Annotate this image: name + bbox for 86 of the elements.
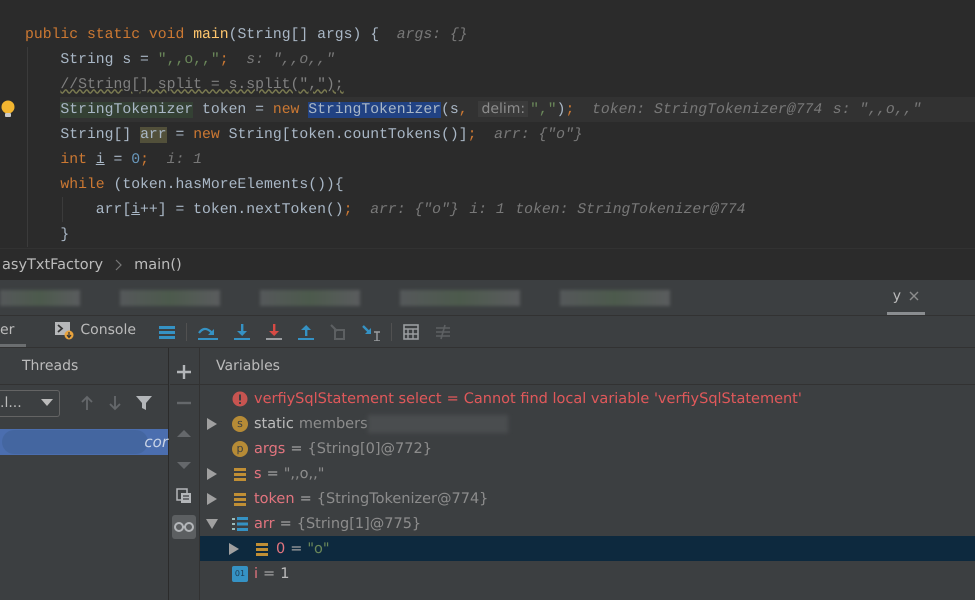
equals-sign: = — [290, 440, 303, 456]
variable-value: "o" — [307, 540, 330, 556]
variable-name: i — [254, 566, 258, 582]
filter-icon[interactable] — [136, 395, 152, 411]
stack-frame-row[interactable]: cor — [0, 429, 168, 455]
expand-arrow-icon[interactable] — [206, 468, 218, 480]
code-line: String s = ",,o,,"; — [60, 52, 229, 68]
thread-dropdown[interactable]: .l... — [0, 390, 60, 416]
variable-name: static — [254, 416, 294, 432]
equals-sign: = — [280, 516, 292, 532]
variable-row[interactable]: verfiySqlStatement select = Cannot find local variable 'verfiySqlStatement' — [200, 386, 975, 411]
glasses-icon[interactable] — [174, 521, 194, 533]
close-icon[interactable] — [909, 291, 919, 301]
variable-value: Cannot find local variable 'verfiySqlStatement' — [464, 390, 802, 406]
expand-arrow-icon[interactable] — [228, 542, 240, 554]
variable-name: arr — [254, 516, 275, 532]
step-into-icon[interactable] — [232, 322, 251, 340]
variable-type-badge: 01 — [232, 566, 248, 582]
inline-value-hint: i: 1 — [166, 152, 202, 168]
variable-value: 1 — [280, 566, 290, 582]
debugger-tab[interactable]: Console — [54, 316, 148, 347]
code-line: //String[] split = s.split(","); — [60, 76, 344, 92]
variable-row[interactable]: token = {StringTokenizer@774} — [200, 486, 975, 511]
code-line: String[] arr = new String[token.countTokens()]; — [60, 126, 476, 142]
equals-sign: = — [266, 466, 279, 482]
debugger-tab[interactable]: er — [0, 316, 26, 347]
inline-value-hint: token: StringTokenizer@774 — [515, 202, 746, 218]
field-icon — [254, 540, 270, 556]
inline-value-hint: args: {} — [396, 26, 468, 42]
calculator-icon[interactable] — [402, 322, 420, 340]
copy-icon[interactable] — [176, 488, 192, 504]
expand-arrow-icon[interactable] — [206, 418, 218, 430]
step-out-icon[interactable] — [296, 322, 315, 340]
variables-header[interactable]: Variables — [170, 348, 975, 385]
code-line: } — [60, 226, 70, 242]
inline-value-hint: s: ",,o,," — [246, 52, 335, 68]
inline-value-hint: arr: {"o"} — [494, 126, 583, 142]
equals-sign: = — [300, 490, 312, 506]
variable-value: {String[0]@772} — [308, 440, 432, 456]
variable-value: members — [298, 416, 368, 432]
code-line: int i = 0; — [60, 152, 149, 168]
variable-row[interactable]: 0 = "o" — [200, 536, 975, 561]
stack-frame-text: cor — [144, 433, 168, 451]
run-to-cursor-icon[interactable] — [360, 322, 381, 340]
lightbulb-icon[interactable] — [1, 100, 16, 119]
variable-row[interactable]: p args = {String[0]@772} — [200, 436, 975, 461]
expand-arrow-icon[interactable] — [206, 492, 218, 504]
equals-sign: = — [446, 390, 459, 406]
variable-name: args — [254, 440, 286, 456]
variable-row[interactable]: arr = {String[1]@775} — [200, 511, 975, 536]
code-line: arr[i++] = token.nextToken(); — [96, 202, 352, 218]
field-icon — [232, 466, 248, 482]
breadcrumb-item[interactable]: asyTxtFactory — [2, 256, 104, 272]
variable-name: verfiySqlStatement select — [254, 390, 442, 406]
caret-icon — [41, 399, 53, 407]
collapse-arrow-icon[interactable] — [206, 518, 218, 530]
chevron-right-icon — [115, 258, 122, 270]
equals-sign: = — [263, 566, 276, 582]
code-line: while (token.hasMoreElements()){ — [60, 176, 344, 192]
array-icon — [232, 516, 248, 532]
inline-value-hint: s: ",,o,," — [832, 102, 922, 118]
variable-name: 0 — [276, 540, 286, 556]
variable-type-badge: s — [232, 416, 248, 432]
add-icon[interactable] — [176, 364, 192, 380]
error-icon — [232, 390, 248, 406]
force-step-into-icon[interactable] — [264, 322, 283, 340]
side-toolbar-button[interactable] — [172, 515, 196, 539]
variable-value: ",,o,," — [284, 466, 324, 482]
inline-value-hint: token: StringTokenizer@774 — [592, 102, 822, 118]
code-line: public static void main(String[] args) { — [25, 26, 380, 42]
breadcrumb-item[interactable]: main() — [134, 256, 182, 272]
variable-row[interactable]: s static members — [200, 411, 975, 436]
variable-name: s — [254, 466, 262, 482]
console-icon — [54, 320, 74, 340]
inline-value-hint: arr: {"o"} — [370, 202, 459, 218]
variable-name: token — [254, 490, 295, 506]
field-icon — [232, 490, 248, 506]
variable-value: {String[1]@775} — [296, 516, 422, 532]
variable-value: {StringTokenizer@774} — [316, 490, 488, 506]
equals-sign: = — [290, 540, 302, 556]
threads-header[interactable]: Threads — [0, 348, 168, 385]
code-line: StringTokenizer token = new StringTokenizer(s, delim: ","); — [60, 101, 574, 118]
variable-type-badge: p — [232, 440, 248, 456]
variable-row[interactable]: s = ",,o,," — [200, 461, 975, 486]
inline-value-hint: i: 1 — [469, 202, 505, 218]
variable-row[interactable]: 01 i = 1 — [200, 561, 975, 586]
